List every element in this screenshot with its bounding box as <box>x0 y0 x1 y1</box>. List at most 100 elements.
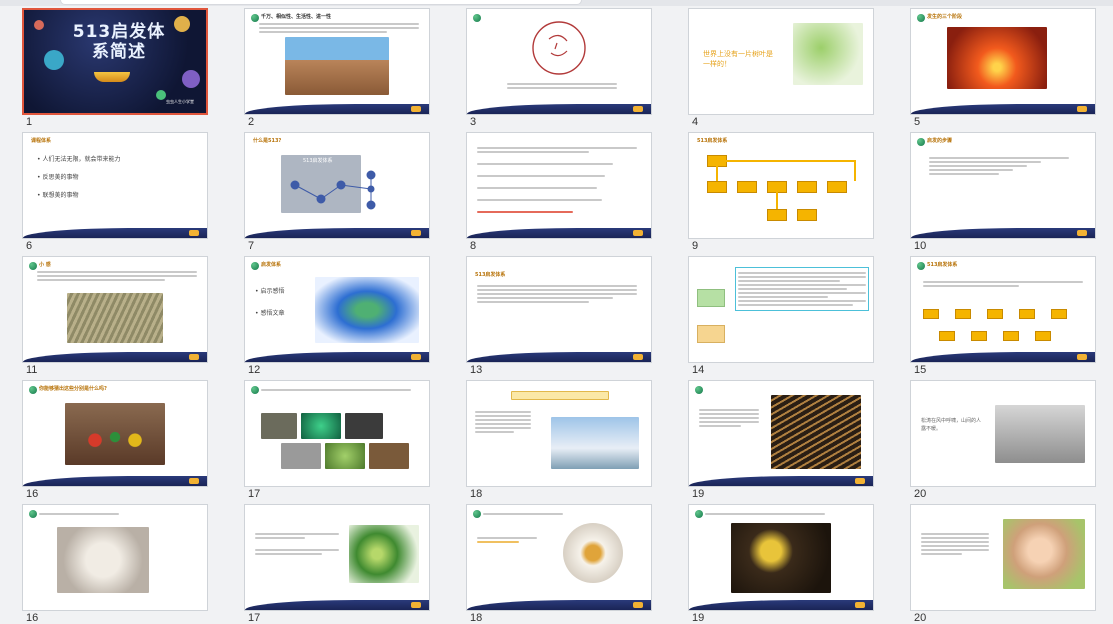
footer-wave <box>245 104 429 114</box>
flow-connector <box>776 192 778 209</box>
slide-thumb-24[interactable]: 19 <box>688 504 874 624</box>
photo-tile <box>301 413 341 439</box>
tag-box <box>697 289 725 307</box>
slide-number: 20 <box>914 488 927 500</box>
slide-12-preview: 启发体系 • 启示感悟 • 感悟文章 <box>244 256 430 363</box>
slide-thumb-14[interactable]: 14 <box>688 256 874 376</box>
bullet-text: 人们无法无限，就会带来能力 <box>42 156 121 163</box>
slide-number: 9 <box>692 240 699 252</box>
flow-node <box>707 181 727 193</box>
step-box <box>1051 309 1067 319</box>
slide-thumb-3[interactable]: 3 <box>466 8 652 128</box>
slide-number: 17 <box>248 612 261 624</box>
slide-thumb-17[interactable]: 17 <box>244 380 430 500</box>
bullet-dot-icon <box>251 386 259 394</box>
slide-body <box>921 531 989 557</box>
slide-13-preview: 513启发体系 <box>466 256 652 363</box>
green-fruit-photo <box>349 525 419 583</box>
slide-number: 12 <box>248 364 261 376</box>
slide-20-preview: 松涛在风中呼啸，山间的人露不暖。 <box>910 380 1096 487</box>
footer-wave <box>245 228 429 238</box>
flow-node <box>737 181 757 193</box>
slide-thumb-4[interactable]: 世界上没有一片树叶是一样的！ 4 <box>688 8 874 128</box>
planet-icon <box>34 20 44 30</box>
slide-body <box>39 511 119 517</box>
slide-heading: 513启发体系 <box>697 138 728 144</box>
slide-thumb-11[interactable]: 小 感 11 <box>22 256 208 376</box>
step-box <box>971 331 987 341</box>
slide-16-preview: 你能够猜出这些分别是什么吗? <box>22 380 208 487</box>
slide-thumb-6[interactable]: 课程体系 • 人们无法无限，就会带来能力 • 反思美的事物 • 联想美的事物 6 <box>22 132 208 252</box>
flow-node <box>797 209 817 221</box>
planet-icon <box>174 16 190 32</box>
footer-wave <box>467 600 651 610</box>
slide-thumb-12[interactable]: 启发体系 • 启示感悟 • 感悟文章 12 <box>244 256 430 376</box>
slide-thumb-8[interactable]: 8 <box>466 132 652 252</box>
slide-thumb-16[interactable]: 你能够猜出这些分别是什么吗? 16 <box>22 380 208 500</box>
slide-body <box>37 269 197 283</box>
footer-wave <box>245 352 429 362</box>
footer-wave <box>245 600 429 610</box>
step-box <box>923 309 939 319</box>
bullet-dot-icon <box>29 262 37 270</box>
slide-thumb-18[interactable]: 18 <box>466 380 652 500</box>
slide-9-preview: 513启发体系 <box>688 132 874 239</box>
network-diagram-icon <box>290 170 376 210</box>
slide-thumb-10[interactable]: 启发的步骤 10 <box>910 132 1096 252</box>
slide-6-preview: 课程体系 • 人们无法无限，就会带来能力 • 反思美的事物 • 联想美的事物 <box>22 132 208 239</box>
slide-number: 6 <box>26 240 33 252</box>
bullet-text: 感悟文章 <box>260 310 285 317</box>
slide-22-preview <box>244 504 430 611</box>
footer-wave <box>911 352 1095 362</box>
slide-thumb-9[interactable]: 513启发体系 9 <box>688 132 874 252</box>
slide-thumb-20[interactable]: 松涛在风中呼啸，山间的人露不暖。 20 <box>910 380 1096 500</box>
slide-body <box>735 267 869 311</box>
slide-body <box>259 21 419 35</box>
golden-texture-photo <box>771 395 861 469</box>
bullet-dot-icon <box>29 510 37 518</box>
slide-8-preview <box>466 132 652 239</box>
slide-thumb-7[interactable]: 什么是513? 513启发体系 7 <box>244 132 430 252</box>
slide-sorter-grid: 513启发体系简述 虫虫人生小学堂 1 千万、相似性、生活性、进一性 2 3 世… <box>22 8 1112 624</box>
slide-thumb-13[interactable]: 513启发体系 13 <box>466 256 652 376</box>
rock-photo <box>285 37 389 95</box>
slide-heading: 千万、相似性、生活性、进一性 <box>261 14 332 20</box>
slide-body <box>705 511 825 517</box>
footer-wave <box>467 228 651 238</box>
slide-thumb-2[interactable]: 千万、相似性、生活性、进一性 2 <box>244 8 430 128</box>
footer-wave <box>23 228 207 238</box>
slide-18-preview <box>466 380 652 487</box>
diagram-title: 513启发体系 <box>303 158 333 164</box>
slide-25-preview <box>910 504 1096 611</box>
slide-thumb-5[interactable]: 发生的三个阶段 5 <box>910 8 1096 128</box>
slide-number: 18 <box>470 612 483 624</box>
island-photo <box>315 277 419 343</box>
slide-20-text: 松涛在风中呼啸，山间的人露不暖。 <box>921 418 982 432</box>
header-bar <box>511 391 609 400</box>
footer-wave <box>467 352 651 362</box>
slide-thumb-25[interactable]: 20 <box>910 504 1096 624</box>
bullet-dot-icon <box>251 262 259 270</box>
slide-heading: 启发的步骤 <box>927 138 953 144</box>
search-pill[interactable] <box>60 0 582 5</box>
slide-number: 16 <box>26 612 39 624</box>
bullet-dot-icon <box>917 14 925 22</box>
slide-thumb-23[interactable]: 18 <box>466 504 652 624</box>
slide-number: 16 <box>26 488 39 500</box>
slide-thumb-19[interactable]: 19 <box>688 380 874 500</box>
slide-number: 10 <box>914 240 927 252</box>
slide-body <box>507 81 617 91</box>
bullet-text: 启示感悟 <box>260 288 285 295</box>
planet-icon <box>44 50 64 70</box>
slide-thumb-15[interactable]: 513启发体系 15 <box>910 256 1096 376</box>
slide-thumb-21[interactable]: 16 <box>22 504 208 624</box>
slide-thumb-22[interactable]: 17 <box>244 504 430 624</box>
slide-body <box>477 283 637 305</box>
slide-number: 7 <box>248 240 255 252</box>
slide-body <box>477 145 637 215</box>
grass-photo <box>67 293 163 343</box>
step-box <box>1019 309 1035 319</box>
slide-thumb-1[interactable]: 513启发体系简述 虫虫人生小学堂 1 <box>22 8 208 128</box>
slide-heading: 小 感 <box>39 262 51 268</box>
slide-number: 20 <box>914 612 927 624</box>
